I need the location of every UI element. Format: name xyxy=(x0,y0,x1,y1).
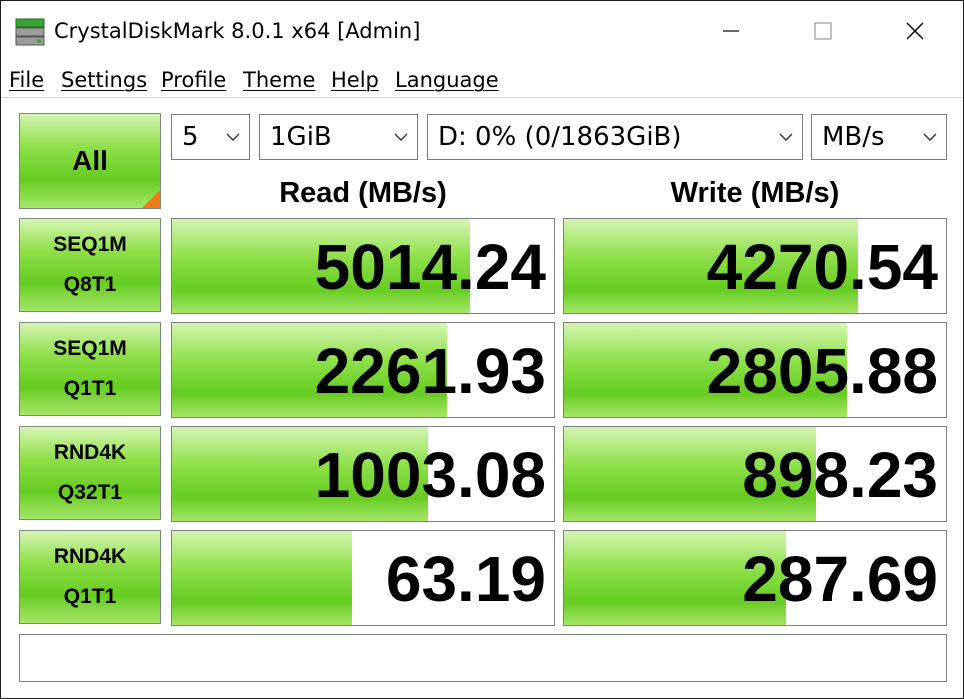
test-label-line1: RND4K xyxy=(53,441,127,464)
test-button-seq1m-q8t1[interactable]: SEQ1M Q8T1 xyxy=(19,218,161,312)
test-button-rnd4k-q32t1[interactable]: RND4K Q32T1 xyxy=(19,426,161,520)
title-bar[interactable]: CrystalDiskMark 8.0.1 x64 [Admin] xyxy=(1,1,963,61)
close-button[interactable] xyxy=(885,11,945,51)
app-logo-icon xyxy=(15,18,45,46)
write-value: 2805.88 xyxy=(706,335,938,407)
write-result-rnd4k-q1t1: 287.69 xyxy=(563,530,947,626)
drive-select[interactable]: D: 0% (0/1863GiB) xyxy=(427,114,803,160)
unit-value: MB/s xyxy=(822,122,885,152)
menu-help[interactable]: Help xyxy=(331,66,379,94)
read-result-rnd4k-q1t1: 63.19 xyxy=(171,530,555,626)
minimize-button[interactable] xyxy=(701,11,761,51)
write-result-rnd4k-q32t1: 898.23 xyxy=(563,426,947,522)
read-result-seq1m-q8t1: 5014.24 xyxy=(171,218,555,314)
test-count-select[interactable]: 5 xyxy=(171,114,250,160)
test-button-rnd4k-q1t1[interactable]: RND4K Q1T1 xyxy=(19,530,161,624)
maximize-icon xyxy=(814,22,832,40)
read-bar xyxy=(172,531,352,625)
chevron-down-icon xyxy=(923,133,937,141)
write-result-seq1m-q1t1: 2805.88 xyxy=(563,322,947,418)
chevron-down-icon xyxy=(226,133,240,141)
test-button-seq1m-q1t1[interactable]: SEQ1M Q1T1 xyxy=(19,322,161,416)
read-result-rnd4k-q32t1: 1003.08 xyxy=(171,426,555,522)
write-value: 4270.54 xyxy=(706,231,938,303)
test-label-line1: SEQ1M xyxy=(53,337,127,360)
test-label-line2: Q8T1 xyxy=(63,273,117,296)
chevron-down-icon xyxy=(779,133,793,141)
menu-file[interactable]: File xyxy=(9,66,44,94)
test-count-value: 5 xyxy=(182,122,199,152)
test-size-value: 1GiB xyxy=(270,122,332,152)
read-value: 2261.93 xyxy=(314,335,546,407)
read-value: 5014.24 xyxy=(314,231,546,303)
window-title: CrystalDiskMark 8.0.1 x64 [Admin] xyxy=(54,19,421,43)
read-result-seq1m-q1t1: 2261.93 xyxy=(171,322,555,418)
test-label-line2: Q1T1 xyxy=(63,377,117,400)
write-result-seq1m-q8t1: 4270.54 xyxy=(563,218,947,314)
write-header: Write (MB/s) xyxy=(670,177,840,209)
corner-marker xyxy=(142,190,160,208)
read-value: 1003.08 xyxy=(314,439,546,511)
test-label-line2: Q32T1 xyxy=(57,481,123,504)
menu-language[interactable]: Language xyxy=(395,66,499,94)
all-button-label: All xyxy=(72,145,108,176)
test-label-line2: Q1T1 xyxy=(63,585,117,608)
test-label-line1: RND4K xyxy=(53,545,127,568)
test-size-select[interactable]: 1GiB xyxy=(259,114,418,160)
write-value: 898.23 xyxy=(742,439,938,511)
drive-value: D: 0% (0/1863GiB) xyxy=(438,122,682,152)
read-value: 63.19 xyxy=(385,543,546,615)
read-header: Read (MB/s) xyxy=(279,177,447,209)
menu-settings[interactable]: Settings xyxy=(61,66,147,94)
unit-select[interactable]: MB/s xyxy=(811,114,947,160)
app-window: CrystalDiskMark 8.0.1 x64 [Admin] File S… xyxy=(0,0,964,699)
maximize-button[interactable] xyxy=(793,11,853,51)
menu-profile[interactable]: Profile xyxy=(161,66,226,94)
write-value: 287.69 xyxy=(742,543,938,615)
chevron-down-icon xyxy=(394,133,408,141)
comment-field[interactable] xyxy=(19,634,947,682)
all-button[interactable]: All xyxy=(19,113,161,209)
close-icon xyxy=(906,22,924,40)
menu-bar: File Settings Profile Theme Help Languag… xyxy=(1,63,963,98)
minimize-icon xyxy=(723,30,739,32)
test-label-line1: SEQ1M xyxy=(53,233,127,256)
menu-theme[interactable]: Theme xyxy=(243,66,315,94)
